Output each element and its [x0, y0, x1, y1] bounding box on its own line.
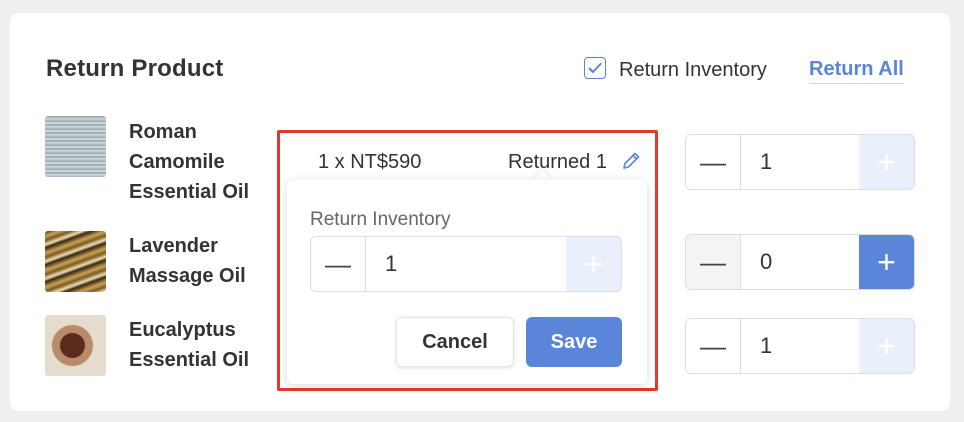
popover-quantity-stepper[interactable]: — 1 +: [310, 236, 622, 292]
plus-button[interactable]: +: [566, 237, 621, 291]
quantity-value[interactable]: 1: [366, 237, 566, 291]
product-thumbnail: [45, 231, 106, 292]
quantity-stepper[interactable]: — 0 +: [685, 234, 915, 290]
quantity-value[interactable]: 1: [741, 135, 859, 189]
plus-icon: +: [877, 143, 896, 180]
minus-icon: —: [700, 330, 726, 361]
quantity-stepper[interactable]: — 1 +: [685, 134, 915, 190]
product-name: Eucalyptus Essential Oil: [129, 319, 250, 371]
plus-icon: +: [877, 327, 896, 364]
popover-label: Return Inventory: [310, 209, 451, 230]
product-thumbnail: [45, 116, 106, 177]
product-name: Lavender Massage Oil: [129, 235, 246, 287]
product-name: Roman Camomile Essential Oil: [129, 121, 250, 203]
plus-icon: +: [584, 245, 603, 282]
quantity-value[interactable]: 0: [741, 235, 859, 289]
save-button[interactable]: Save: [526, 317, 622, 367]
quantity-value[interactable]: 1: [741, 319, 859, 373]
return-inventory-label[interactable]: Return Inventory: [619, 59, 767, 82]
returned-count: Returned 1: [508, 151, 607, 173]
pencil-icon[interactable]: [620, 150, 642, 172]
minus-button[interactable]: —: [686, 135, 741, 189]
page-title: Return Product: [46, 55, 224, 82]
product-thumbnail: [45, 315, 106, 376]
quantity-stepper[interactable]: — 1 +: [685, 318, 915, 374]
checkmark-icon: [588, 63, 602, 73]
plus-button[interactable]: +: [859, 235, 914, 289]
cancel-button[interactable]: Cancel: [396, 317, 514, 367]
minus-button[interactable]: —: [686, 235, 741, 289]
return-inventory-checkbox[interactable]: [584, 57, 606, 79]
plus-button[interactable]: +: [859, 135, 914, 189]
minus-icon: —: [325, 248, 351, 279]
minus-icon: —: [700, 246, 726, 277]
minus-button[interactable]: —: [311, 237, 366, 291]
plus-icon: +: [877, 243, 896, 280]
return-all-link[interactable]: Return All: [809, 58, 904, 84]
minus-button[interactable]: —: [686, 319, 741, 373]
minus-icon: —: [700, 146, 726, 177]
unit-price: 1 x NT$590: [318, 151, 422, 173]
plus-button[interactable]: +: [859, 319, 914, 373]
